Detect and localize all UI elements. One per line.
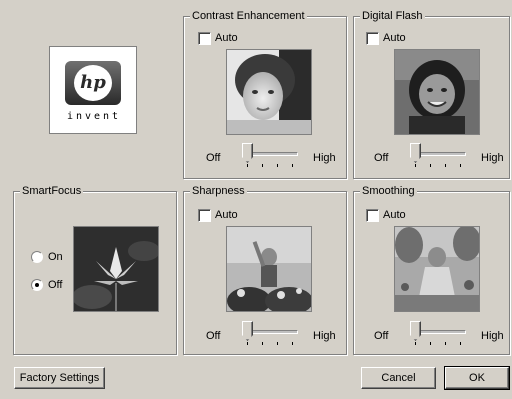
smoothing-slider[interactable] [410, 321, 466, 345]
radio-label: On [48, 251, 63, 263]
radio-circle[interactable] [31, 279, 43, 291]
flash-slider-min-label: Off [374, 152, 389, 164]
checkbox-label: Auto [215, 209, 238, 221]
ok-button[interactable]: OK [444, 366, 510, 390]
slider-thumb[interactable] [242, 321, 253, 341]
flash-preview-image [394, 49, 480, 135]
checkbox-label: Auto [215, 32, 238, 44]
smoothing-preview-image [394, 226, 480, 312]
slider-thumb[interactable] [410, 321, 421, 341]
contrast-slider-min-label: Off [206, 152, 221, 164]
sharpness-slider-max-label: High [313, 330, 336, 342]
smoothing-slider-max-label: High [481, 330, 504, 342]
hp-invent-logo: hp invent [49, 46, 137, 134]
sharpness-preview-image [226, 226, 312, 312]
checkbox-box[interactable] [366, 32, 379, 45]
group-title-contrast: Contrast Enhancement [190, 10, 307, 23]
slider-thumb[interactable] [410, 143, 421, 163]
factory-settings-button[interactable]: Factory Settings [14, 367, 105, 389]
radio-circle[interactable] [31, 251, 43, 263]
group-title-flash: Digital Flash [360, 10, 425, 23]
sharpness-slider-min-label: Off [206, 330, 221, 342]
group-title-smoothing: Smoothing [360, 185, 417, 198]
group-title-sharpness: Sharpness [190, 185, 247, 198]
flash-slider-max-label: High [481, 152, 504, 164]
checkbox-box[interactable] [198, 209, 211, 222]
logo-word: invent [66, 111, 122, 122]
contrast-slider-max-label: High [313, 152, 336, 164]
contrast-slider[interactable] [242, 143, 298, 167]
flash-slider[interactable] [410, 143, 466, 167]
group-title-smartfocus: SmartFocus [20, 185, 84, 198]
logo-mark-text: hp [80, 72, 106, 93]
hp-logo-mark: hp [65, 61, 121, 105]
sharpness-slider[interactable] [242, 321, 298, 345]
cancel-button[interactable]: Cancel [361, 367, 436, 389]
slider-thumb[interactable] [242, 143, 253, 163]
smartfocus-preview-image [73, 226, 159, 312]
checkbox-label: Auto [383, 32, 406, 44]
checkbox-label: Auto [383, 209, 406, 221]
contrast-preview-image [226, 49, 312, 135]
radio-label: Off [48, 279, 63, 291]
checkbox-box[interactable] [198, 32, 211, 45]
checkbox-box[interactable] [366, 209, 379, 222]
image-adjustment-dialog: { "logo": { "mark": "hp", "word": "inven… [0, 0, 512, 399]
smoothing-slider-min-label: Off [374, 330, 389, 342]
